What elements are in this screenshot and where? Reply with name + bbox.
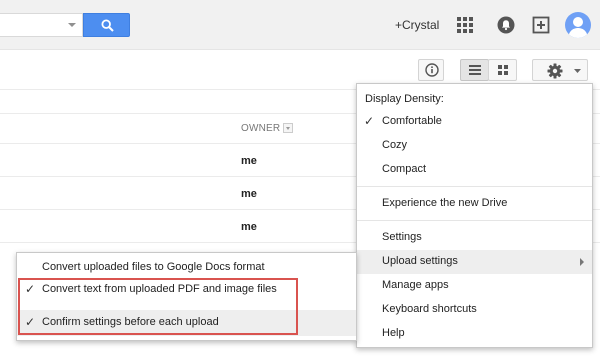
menu-item-help[interactable]: Help [357,322,592,346]
list-view-button[interactable] [460,59,489,81]
menu-item-label: Keyboard shortcuts [382,303,477,315]
chevron-down-icon [574,69,581,73]
menu-item-upload-settings[interactable]: Upload settings [357,250,592,274]
menu-divider [357,220,592,221]
annotation-highlight-box [18,278,298,335]
menu-item-label: Help [382,327,405,339]
density-header: Display Density: [357,88,592,112]
gear-icon [547,63,563,79]
menu-item-label: Comfortable [382,115,442,127]
settings-button[interactable] [532,59,588,81]
add-share-icon[interactable] [532,16,550,34]
details-button[interactable] [418,59,444,81]
sort-dropdown-icon[interactable] [283,123,293,133]
search-input[interactable] [0,13,83,37]
notifications-icon[interactable] [497,16,515,34]
menu-item-new-drive[interactable]: Experience the new Drive [357,192,592,216]
menu-item-label: Upload settings [382,255,458,267]
owner-cell: me [241,221,257,233]
search-button[interactable] [83,13,130,37]
menu-item-label: Experience the new Drive [382,197,508,209]
submenu-item-label: Convert uploaded files to Google Docs fo… [42,261,265,273]
user-name-link[interactable]: +Crystal [395,18,439,32]
owner-cell: me [241,155,257,167]
menu-item-label: Settings [382,231,422,243]
menu-item-label: Compact [382,163,427,175]
search-options-chevron-icon[interactable] [68,23,76,27]
owner-cell: me [241,188,257,200]
grid-view-icon [498,65,508,75]
menu-item-keyboard-shortcuts[interactable]: Keyboard shortcuts [357,298,592,322]
grid-view-button[interactable] [488,59,517,81]
menu-item-compact[interactable]: Compact [357,158,592,182]
user-avatar-icon[interactable] [565,12,591,38]
menu-divider [357,186,592,187]
menu-item-label: Cozy [382,139,408,151]
menu-item-comfortable[interactable]: ✓ Comfortable [357,110,592,134]
menu-item-manage-apps[interactable]: Manage apps [357,274,592,298]
settings-menu: Display Density: ✓ Comfortable Cozy Comp… [356,83,593,348]
apps-grid-icon[interactable] [457,17,473,33]
list-view-icon [469,65,481,75]
menu-item-cozy[interactable]: Cozy [357,134,592,158]
info-icon [425,63,439,77]
top-bar: +Crystal [0,0,600,50]
menu-item-label: Manage apps [382,279,449,291]
density-header-label: Display Density: [365,93,444,105]
chevron-right-icon [580,258,584,266]
owner-column-header[interactable]: OWNER [241,123,280,134]
search-icon [101,19,114,32]
menu-item-settings[interactable]: Settings [357,226,592,250]
checkmark-icon: ✓ [364,114,375,128]
